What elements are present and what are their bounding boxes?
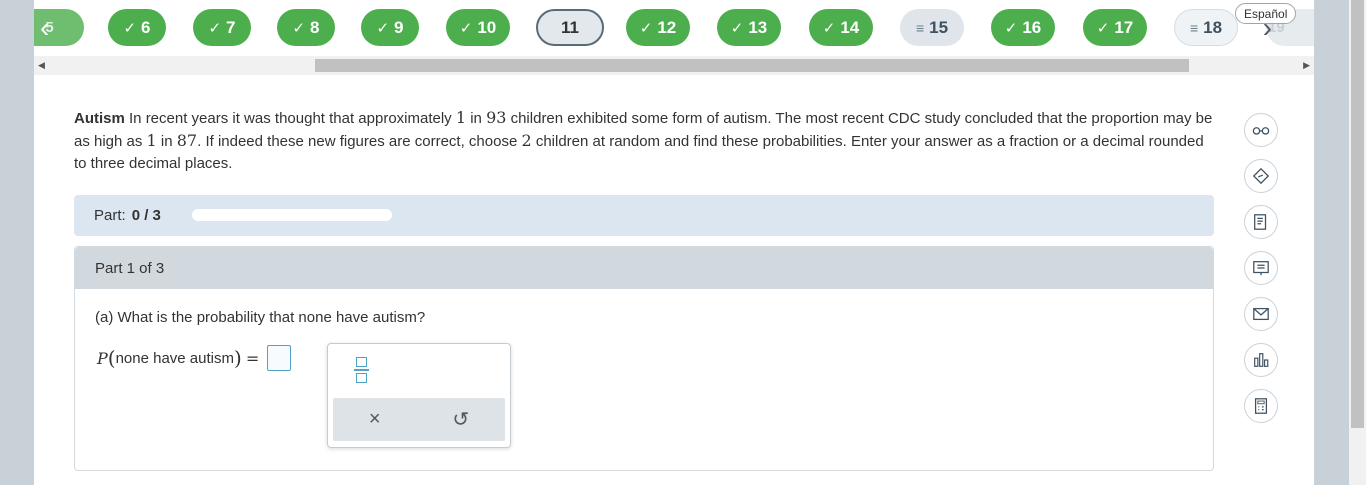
check-icon: ✓ — [730, 19, 744, 37]
part-header: Part 1 of 3 — [75, 247, 1213, 289]
check-icon: ✓ — [123, 19, 137, 37]
whiteboard-icon[interactable] — [1244, 251, 1278, 285]
question-12-button[interactable]: ✓ 12 — [626, 9, 690, 46]
question-navigation: ‹ 5 ✓ 6 ✓ 7 ✓ 8 ✓ 9 ✓ 10 11 ✓ 12 ✓ 13 ✓ 14 ≡ 15 ✓… — [34, 0, 1314, 56]
question-16-button[interactable]: ✓ 16 — [991, 9, 1055, 46]
vertical-scrollbar[interactable] — [1349, 0, 1366, 485]
question-8-button[interactable]: ✓ 8 — [277, 9, 335, 46]
part-progress-bar: Part: 0 / 3 — [74, 195, 1214, 236]
question-18-button[interactable]: ≡ 18 — [1174, 9, 1238, 46]
mail-icon[interactable] — [1244, 297, 1278, 331]
main-content: Autism In recent years it was thought th… — [34, 75, 1314, 485]
horizontal-scrollbar-thumb[interactable] — [315, 59, 1189, 72]
check-icon: ✓ — [1096, 19, 1110, 37]
list-icon: ≡ — [1189, 19, 1199, 36]
question-14-button[interactable]: ✓ 14 — [809, 9, 873, 46]
question-11-button[interactable]: 11 — [536, 9, 604, 46]
glasses-icon[interactable] — [1244, 113, 1278, 147]
scroll-right-arrow-icon[interactable]: ▶ — [1303, 60, 1310, 71]
previous-question-number: 5 — [45, 19, 54, 36]
undo-icon[interactable]: ↺ — [452, 407, 469, 432]
question-text: (a) What is the probability that none ha… — [95, 309, 426, 326]
part-score: 0 / 3 — [131, 207, 161, 224]
side-tools — [1244, 113, 1280, 435]
tool-actions: × ↺ — [333, 398, 505, 441]
probability-expression: P ( none have autism ) = — [97, 345, 292, 371]
check-icon: ✓ — [639, 19, 653, 37]
espanol-language-button[interactable]: Español — [1235, 3, 1297, 24]
question-9-button[interactable]: ✓ 9 — [361, 9, 419, 46]
probability-symbol: P — [97, 348, 108, 368]
math-tool-panel: × ↺ — [327, 343, 511, 448]
notes-icon[interactable] — [1244, 205, 1278, 239]
eraser-icon[interactable] — [1244, 159, 1278, 193]
part-progress-track — [192, 209, 392, 221]
part-label: Part: — [94, 207, 126, 224]
event-text: none have autism — [115, 349, 234, 367]
calculator-icon[interactable] — [1244, 389, 1278, 423]
problem-topic: Autism — [74, 110, 125, 127]
clear-icon[interactable]: × — [369, 408, 381, 431]
check-icon: ✓ — [822, 19, 836, 37]
question-7-button[interactable]: ✓ 7 — [193, 9, 251, 46]
question-13-button[interactable]: ✓ 13 — [717, 9, 781, 46]
check-icon: ✓ — [208, 19, 222, 37]
problem-statement: Autism In recent years it was thought th… — [74, 108, 1213, 172]
question-6-button[interactable]: ✓ 6 — [108, 9, 166, 46]
check-icon: ✓ — [376, 19, 390, 37]
check-icon: ✓ — [1004, 19, 1018, 37]
question-10-button[interactable]: ✓ 10 — [446, 9, 510, 46]
list-icon: ≡ — [915, 19, 925, 36]
scroll-left-arrow-icon[interactable]: ◀ — [38, 60, 45, 71]
horizontal-scrollbar[interactable]: ◀ ▶ — [34, 56, 1314, 75]
check-icon: ✓ — [459, 19, 473, 37]
answer-input[interactable] — [267, 345, 292, 371]
previous-questions-button[interactable]: ‹ 5 — [34, 9, 84, 46]
fraction-icon[interactable] — [348, 354, 374, 386]
question-15-button[interactable]: ≡ 15 — [900, 9, 964, 46]
chart-icon[interactable] — [1244, 343, 1278, 377]
part-card: Part 1 of 3 (a) What is the probability … — [74, 246, 1214, 471]
question-17-button[interactable]: ✓ 17 — [1083, 9, 1147, 46]
vertical-scrollbar-thumb[interactable] — [1351, 0, 1364, 428]
check-icon: ✓ — [292, 19, 306, 37]
